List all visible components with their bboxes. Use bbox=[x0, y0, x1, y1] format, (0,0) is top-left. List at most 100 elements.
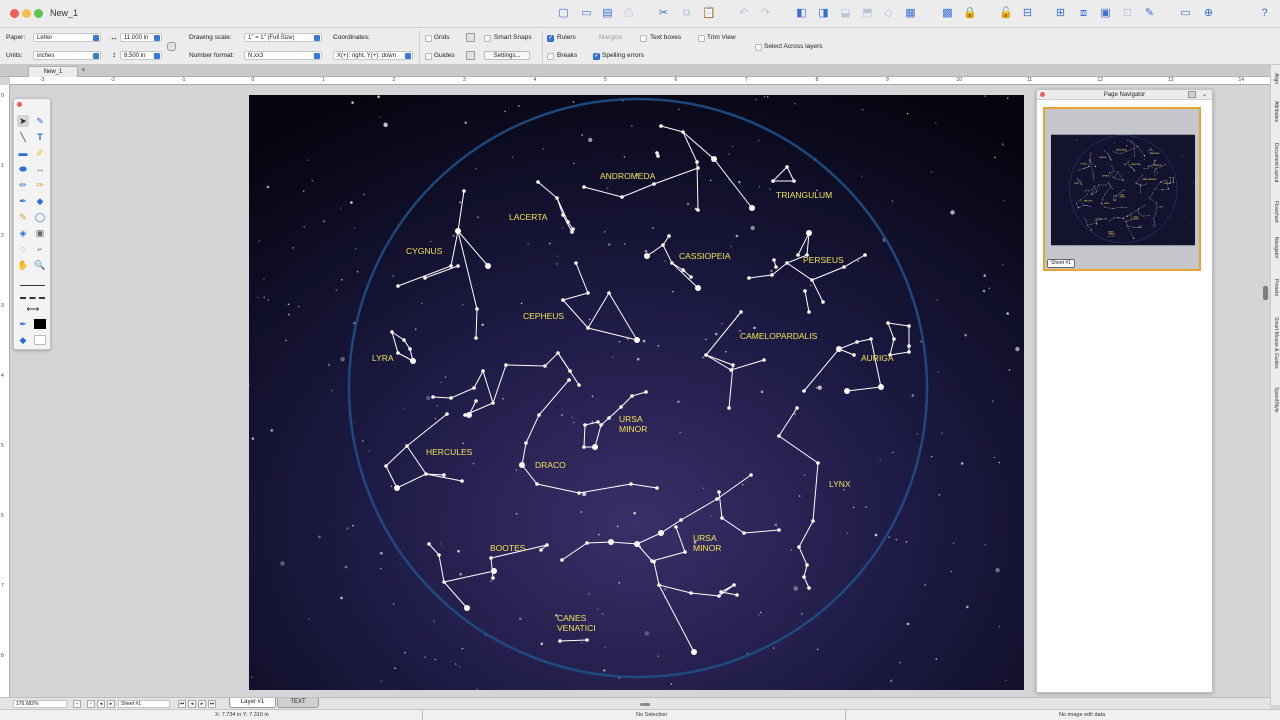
line-weight-icon[interactable] bbox=[20, 285, 45, 286]
add-tab-icon[interactable]: + bbox=[81, 65, 86, 74]
label-lynx[interactable]: LYNX bbox=[829, 479, 851, 489]
send-back-icon[interactable]: ◨ bbox=[817, 7, 830, 20]
close-palette-button[interactable] bbox=[17, 102, 22, 107]
eraser-tool-icon[interactable]: ◈ bbox=[17, 227, 29, 239]
save-icon[interactable]: ▤ bbox=[601, 7, 614, 20]
layer-tab-1[interactable]: Layer #1 bbox=[229, 698, 276, 708]
hand-tool-icon[interactable]: ✋ bbox=[17, 259, 29, 271]
label-cygnus[interactable]: CYGNUS bbox=[406, 246, 443, 256]
label-canes-venatici-b[interactable]: VENATICI bbox=[557, 623, 596, 633]
side-tab-smart-mouse-guides[interactable]: Smart Mouse & Guides bbox=[1273, 317, 1279, 369]
rectangle-tool-icon[interactable]: ▬ bbox=[17, 147, 29, 159]
vertical-scroll-thumb[interactable] bbox=[1263, 286, 1268, 300]
side-tab-flowchart[interactable]: Flowchart bbox=[1273, 201, 1279, 223]
bring-front-icon[interactable]: ◧ bbox=[795, 7, 808, 20]
arrow-style-icon[interactable]: ⟷ bbox=[20, 303, 46, 315]
select-across-layers-checkbox[interactable] bbox=[755, 44, 762, 51]
page-thumbnail-frame[interactable]: ANDROMEDA TRIANGULUM LACERTA CYGNUS CASS… bbox=[1043, 107, 1201, 271]
prev-sheet-icon[interactable]: ◂ bbox=[188, 700, 196, 708]
pen-tool-icon[interactable]: ✎ bbox=[34, 115, 46, 127]
label-lyra[interactable]: LYRA bbox=[372, 353, 394, 363]
undo-icon[interactable]: ↶ bbox=[737, 7, 750, 20]
last-sheet-icon[interactable]: ⏭ bbox=[208, 700, 216, 708]
label-cepheus[interactable]: CEPHEUS bbox=[523, 311, 564, 321]
fill-color-swatch[interactable] bbox=[34, 335, 46, 345]
coordinates-select[interactable]: X(+): right, Y(+): down bbox=[333, 51, 413, 60]
next-page-icon[interactable]: ▸ bbox=[107, 700, 115, 708]
page-thumbnail[interactable]: ANDROMEDA TRIANGULUM LACERTA CYGNUS CASS… bbox=[1051, 134, 1195, 246]
label-auriga[interactable]: AURIGA bbox=[861, 353, 894, 363]
zoom-icon[interactable]: ⊕ bbox=[1202, 7, 1215, 20]
zoom-tool-icon[interactable]: 🔍 bbox=[34, 259, 46, 271]
marker-tool-icon[interactable]: ✒ bbox=[17, 195, 29, 207]
side-tab-presets[interactable]: Presets bbox=[1273, 279, 1279, 296]
cut-icon[interactable]: ✂ bbox=[657, 7, 670, 20]
label-camelopardalis[interactable]: CAMELOPARDALIS bbox=[740, 331, 818, 341]
unlock-icon[interactable]: 🔓 bbox=[999, 7, 1013, 20]
print-icon[interactable]: ⎙ bbox=[622, 7, 635, 20]
paste-icon[interactable]: 📋 bbox=[702, 7, 716, 20]
vertical-ruler[interactable]: 0 1 2 3 4 5 6 7 8 bbox=[0, 85, 10, 697]
height-field[interactable]: 8.500 in bbox=[120, 51, 162, 60]
group-icon[interactable]: ▦ bbox=[904, 7, 917, 20]
fill-bucket-icon[interactable]: ◆ bbox=[17, 334, 29, 346]
label-ursa-minor-2[interactable]: URSA bbox=[693, 533, 717, 543]
rulers-checkbox[interactable] bbox=[547, 34, 554, 42]
zoom-field[interactable]: 176.682% bbox=[13, 700, 67, 708]
guides-checkbox[interactable] bbox=[425, 53, 432, 60]
label-ursa-minor-2b[interactable]: MINOR bbox=[693, 543, 721, 553]
zoom-window-button[interactable] bbox=[34, 9, 43, 18]
label-cassiopeia[interactable]: CASSIOPEIA bbox=[679, 251, 731, 261]
orientation-icon[interactable] bbox=[167, 42, 176, 51]
navigator-collapse-icon[interactable]: ⌄ bbox=[1202, 90, 1207, 100]
navigator-options-icon[interactable] bbox=[1188, 91, 1196, 98]
side-tab-speedstyle[interactable]: SpeedStyle bbox=[1273, 387, 1279, 413]
move-forward-icon[interactable]: ⬓ bbox=[839, 7, 852, 20]
pencil-tool-icon[interactable]: ✏ bbox=[17, 179, 29, 191]
label-perseus[interactable]: PERSEUS bbox=[803, 255, 844, 265]
copy-icon[interactable]: ⧉ bbox=[680, 7, 693, 20]
trim-view-checkbox[interactable] bbox=[698, 35, 705, 42]
breaks-checkbox[interactable] bbox=[547, 53, 554, 60]
settings-button[interactable]: Settings... bbox=[484, 51, 530, 60]
side-tab-align[interactable]: Align bbox=[1273, 73, 1279, 84]
page-view-icon[interactable]: ▫ bbox=[87, 700, 95, 708]
crop-tool-icon[interactable]: ⌐ bbox=[34, 243, 46, 255]
ungroup-icon[interactable]: ▩ bbox=[941, 7, 954, 20]
zoom-out-icon[interactable]: − bbox=[73, 700, 81, 708]
new-document-icon[interactable]: ▢ bbox=[557, 7, 570, 20]
grid-settings-icon[interactable] bbox=[466, 33, 475, 42]
highlighter-tool-icon[interactable]: ✐ bbox=[34, 147, 46, 159]
brush-tool-icon[interactable]: ✑ bbox=[34, 179, 46, 191]
side-tab-document-layout[interactable]: Document Layout bbox=[1273, 143, 1279, 182]
align-icon[interactable]: ⊟ bbox=[1021, 7, 1034, 20]
label-canes-venatici[interactable]: CANES bbox=[557, 613, 587, 623]
prev-page-icon[interactable]: ◂ bbox=[97, 700, 105, 708]
drawing-scale-select[interactable]: 1" = 1" (Full Size) bbox=[244, 33, 322, 42]
number-format-select[interactable]: N.xx3 bbox=[244, 51, 322, 60]
image-icon[interactable]: ▣ bbox=[1099, 7, 1112, 20]
grids-checkbox[interactable] bbox=[425, 35, 432, 42]
combine-icon[interactable]: ⧈ bbox=[1077, 7, 1090, 20]
label-andromeda[interactable]: ANDROMEDA bbox=[600, 171, 656, 181]
horizontal-ruler[interactable]: -3 -2 -1 0 1 2 3 4 5 6 7 8 9 10 11 12 13 14 bbox=[10, 77, 1270, 85]
crayon-tool-icon[interactable]: ✎ bbox=[17, 211, 29, 223]
side-tab-attributes[interactable]: Attributes bbox=[1273, 101, 1279, 122]
width-field[interactable]: 11.000 in bbox=[120, 33, 162, 42]
presentation-icon[interactable]: ▭ bbox=[1179, 7, 1192, 20]
horizontal-scroll-thumb[interactable] bbox=[640, 703, 650, 706]
layer-tab-text[interactable]: TEXT bbox=[277, 698, 319, 708]
units-select[interactable]: inches bbox=[33, 51, 101, 60]
flip-icon[interactable]: ◇ bbox=[882, 7, 895, 20]
label-ursa-minor-1[interactable]: URSA bbox=[619, 414, 643, 424]
dimension-tool-icon[interactable]: ↔ bbox=[34, 163, 46, 175]
lasso-tool-icon[interactable]: ◌ bbox=[17, 243, 29, 255]
minimize-window-button[interactable] bbox=[22, 9, 31, 18]
pen-color-swatch[interactable] bbox=[34, 319, 46, 329]
pen-color-icon[interactable]: ✒ bbox=[17, 318, 29, 330]
spelling-errors-checkbox[interactable] bbox=[593, 52, 600, 60]
next-sheet-icon[interactable]: ▸ bbox=[198, 700, 206, 708]
ellipse-tool-icon[interactable]: ⬬ bbox=[17, 163, 29, 175]
text-tool-icon[interactable]: T bbox=[34, 131, 46, 143]
guide-settings-icon[interactable] bbox=[466, 51, 475, 60]
